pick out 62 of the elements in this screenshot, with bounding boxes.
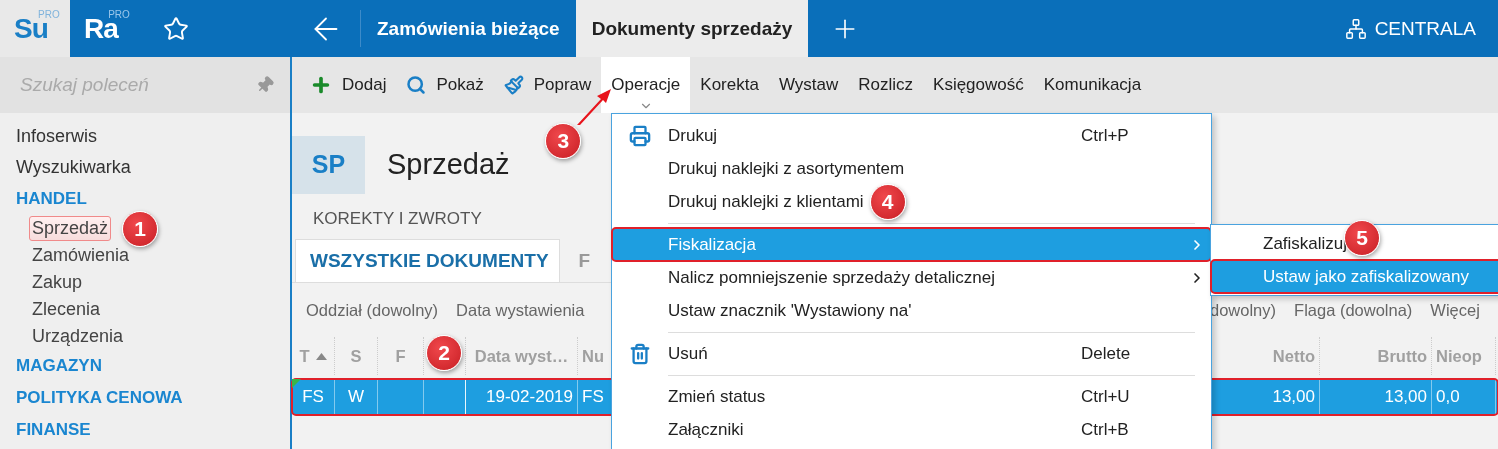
- toolbar-button[interactable]: Rozlicz: [848, 57, 924, 113]
- toolbar-button[interactable]: Komunikacja: [1033, 57, 1152, 113]
- menu-item[interactable]: Zmień status Ctrl+U: [612, 380, 1211, 413]
- table-cell: 13,00: [1272, 387, 1315, 407]
- menu-item-label: Fiskalizacja: [668, 234, 756, 255]
- nav-item[interactable]: Zlecenia: [29, 297, 104, 322]
- top-tab[interactable]: Zamówienia bieżące: [361, 0, 576, 57]
- menu-item-label: Załączniki: [668, 419, 744, 440]
- filter-dropdown[interactable]: Flaga (dowolna): [1294, 300, 1413, 320]
- menu-item-label: Nalicz pomniejszenie sprzedaży detalicznej: [668, 267, 995, 288]
- table-cell: 0,0: [1436, 387, 1460, 407]
- nav-item[interactable]: Urządzenia: [29, 324, 127, 349]
- menu-item-label: Ustaw jako zafiskalizowany: [1263, 266, 1469, 287]
- menu-item[interactable]: Drukuj naklejki z asortymentem: [612, 152, 1211, 185]
- step-badge: 2: [426, 335, 462, 371]
- table-cell: 13,00: [1384, 387, 1427, 407]
- document-title: Sprzedaż: [387, 148, 510, 181]
- shortcut-text: Delete: [1081, 343, 1132, 364]
- menu-item[interactable]: Drukuj naklejki z klientami 4: [612, 185, 1211, 218]
- table-cell: FS: [582, 387, 604, 407]
- menu-item[interactable]: Załączniki Ctrl+B: [612, 413, 1211, 446]
- app-logo[interactable]: SuPRO: [0, 0, 70, 57]
- top-tab[interactable]: Dokumenty sprzedaży: [575, 0, 809, 57]
- step-badge: 4: [869, 183, 906, 220]
- toolbar-button[interactable]: Operacje: [601, 57, 691, 113]
- menu-item[interactable]: Usuń Delete: [612, 337, 1211, 370]
- nav-item[interactable]: Zakup: [29, 270, 86, 295]
- command-search-field[interactable]: Szukaj poleceń: [18, 73, 248, 97]
- filter-dropdown[interactable]: Data wystawienia: [456, 300, 585, 320]
- branch-name[interactable]: CENTRALA: [1374, 17, 1476, 40]
- filter-dropdown[interactable]: dowolny): [1210, 300, 1277, 320]
- table-cell: W: [347, 387, 364, 407]
- filter-dropdown[interactable]: Oddział (dowolny): [306, 300, 439, 320]
- toolbar-button[interactable]: Dodaj: [300, 57, 397, 113]
- document-code: SP: [292, 135, 365, 194]
- toolbar-button[interactable]: Popraw: [493, 57, 602, 113]
- menu-item[interactable]: Nalicz pomniejszenie sprzedaży detalicznej: [612, 261, 1211, 294]
- menu-item-label: Zmień status: [668, 386, 766, 407]
- menu-item-label: Drukuj naklejki z asortymentem: [668, 158, 905, 179]
- menu-item-label: Usuń: [668, 343, 708, 364]
- toolbar-button[interactable]: Wystaw: [768, 57, 849, 113]
- toolbar-button[interactable]: Pokaż: [396, 57, 494, 113]
- menu-item[interactable]: Drukuj Ctrl+P: [612, 119, 1211, 152]
- menu-item[interactable]: Ustaw znacznik 'Wystawiony na': [612, 294, 1211, 327]
- filter-dropdown[interactable]: Więcej: [1430, 300, 1480, 320]
- shortcut-text: Ctrl+B: [1081, 419, 1130, 440]
- command-search-bar[interactable]: Szukaj poleceń: [0, 57, 290, 113]
- shortcut-text: Ctrl+P: [1081, 125, 1130, 146]
- nav-link[interactable]: Wyszukiwarka: [16, 157, 131, 178]
- menu-item-label: Drukuj: [668, 125, 718, 146]
- group-label: KOREKTY I ZWROTY: [313, 209, 482, 228]
- toolbar-button[interactable]: Korekta: [690, 57, 769, 113]
- step-badge: 1: [122, 211, 159, 247]
- shortcut-text: Ctrl+U: [1081, 386, 1131, 407]
- nav-link[interactable]: Infoserwis: [16, 126, 98, 147]
- menu-item-label: Ustaw znacznik 'Wystawiony na': [668, 300, 912, 321]
- step-badge: 3: [545, 123, 582, 159]
- document-tab[interactable]: WSZYSTKIE DOKUMENTY: [295, 239, 560, 282]
- app-logo[interactable]: RaPRO: [70, 0, 148, 57]
- table-cell: FS: [302, 387, 324, 407]
- table-cell: 19-02-2019: [486, 387, 573, 407]
- toolbar-button[interactable]: Księgowość: [923, 57, 1034, 113]
